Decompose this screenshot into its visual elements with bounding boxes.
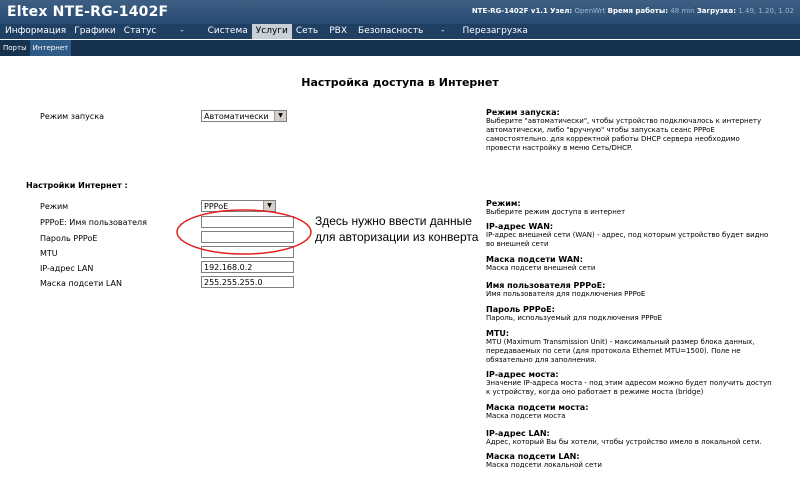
help-bridge-mask: Маска подсети моста: Маска подсети моста [486, 403, 776, 421]
menu-status[interactable]: Статус [120, 24, 161, 39]
help-startup-title: Режим запуска: [486, 108, 560, 117]
menu-network[interactable]: Сеть [292, 24, 322, 39]
help-startup: Режим запуска: Выберите "автоматически",… [486, 108, 776, 153]
help-wan-mask-title: Маска подсети WAN: [486, 255, 583, 264]
load-label: Загрузка: [696, 7, 737, 15]
startup-mode-value: Автоматически [204, 112, 269, 121]
help-pppoe-user: Имя пользователя PPPoE: Имя пользователя… [486, 281, 776, 299]
help-pppoe-pass-text: Пароль, используемый для подключения PPP… [486, 314, 663, 322]
lan-ip-label: IP-адрес LAN [40, 264, 94, 273]
menu-graphs[interactable]: Графики [70, 24, 120, 39]
device-model: NTE-RG-1402F v1.1 [471, 7, 548, 15]
help-lan-ip-text: Адрес, который Вы бы хотели, чтобы устро… [486, 438, 762, 446]
help-bridge-ip-text: Значение IP-адреса моста - под этим адре… [486, 379, 772, 396]
lan-ip-input[interactable]: 192.168.0.2 [201, 261, 294, 273]
node-label: Узел: [550, 7, 573, 15]
lan-mask-input[interactable]: 255.255.255.0 [201, 276, 294, 288]
help-bridge-mask-title: Маска подсети моста: [486, 403, 589, 412]
help-pppoe-pass-title: Пароль PPPoE: [486, 305, 555, 314]
help-lan-mask-text: Маска подсети локальной сети [486, 461, 602, 469]
menu-info[interactable]: Информация [0, 24, 70, 39]
submenu-ports[interactable]: Порты [0, 40, 30, 56]
help-lan-mask-title: Маска подсети LAN: [486, 452, 580, 461]
pppoe-password-label: Пароль PPPoE [40, 234, 98, 243]
help-wan-mask: Маска подсети WAN: Маска подсети внешней… [486, 255, 776, 273]
chevron-down-icon[interactable]: ▼ [274, 111, 286, 121]
annotation-line-2: для авторизации из конверта [315, 230, 479, 244]
help-mode-text: Выберите режим доступа в интернет [486, 208, 626, 216]
menu-reboot[interactable]: Перезагрузка [459, 24, 532, 39]
help-startup-text: Выберите "автоматически", чтобы устройст… [486, 117, 762, 152]
startup-mode-label: Режим запуска [40, 112, 104, 121]
help-lan-ip-title: IP-адрес LAN: [486, 429, 550, 438]
help-pppoe-user-title: Имя пользователя PPPoE: [486, 281, 606, 290]
menu-services[interactable]: Услуги [251, 24, 292, 39]
help-lan-mask: Маска подсети LAN: Маска подсети локальн… [486, 452, 776, 470]
internet-settings-heading: Настройки Интернет : [26, 181, 128, 190]
annotation-oval [176, 209, 312, 255]
help-mode-title: Режим: [486, 199, 521, 208]
help-pppoe-pass: Пароль PPPoE: Пароль, используемый для п… [486, 305, 776, 323]
main-menu: Информация Графики Статус - Система Услу… [0, 24, 800, 39]
uptime-value: 48 min [670, 7, 695, 15]
help-mtu-title: MTU: [486, 329, 510, 338]
help-bridge-ip: IP-адрес моста: Значение IP-адреса моста… [486, 370, 776, 397]
help-mode: Режим: Выберите режим доступа в интернет [486, 199, 776, 217]
help-wan-ip-text: IP-адрес внешней сети (WAN) - адрес, под… [486, 231, 769, 248]
load-value: 1.49, 1.20, 1.02 [738, 7, 794, 15]
help-mtu-text: MTU (Maximum Transmission Unit) - максим… [486, 338, 755, 364]
menu-security[interactable]: Безопасность [354, 24, 427, 39]
uptime-label: Время работы: [607, 7, 668, 15]
menu-system[interactable]: Система [204, 24, 252, 39]
menu-separator: - [180, 26, 184, 36]
submenu-internet[interactable]: Интернет [29, 40, 72, 56]
lan-mask-label: Маска подсети LAN [40, 279, 122, 288]
help-mtu: MTU: MTU (Maximum Transmission Unit) - м… [486, 329, 776, 365]
annotation-line-1: Здесь нужно ввести данные [315, 214, 472, 228]
menu-pbx[interactable]: PBX [322, 24, 354, 39]
app-logo: Eltex NTE-RG-1402F [7, 4, 169, 20]
annotation-text: Здесь нужно ввести данные для авторизаци… [315, 213, 478, 245]
mtu-label: MTU [40, 249, 58, 258]
help-wan-ip: IP-адрес WAN: IP-адрес внешней сети (WAN… [486, 222, 776, 249]
help-bridge-mask-text: Маска подсети моста [486, 412, 566, 420]
help-lan-ip: IP-адрес LAN: Адрес, который Вы бы хотел… [486, 429, 776, 447]
pppoe-username-label: PPPoE: Имя пользователя [40, 218, 147, 227]
node-value: OpenWrt [574, 7, 606, 15]
header-status: NTE-RG-1402F v1.1 Узел: OpenWrt Время ра… [472, 7, 794, 15]
sub-menu: Порты Интернет [0, 40, 800, 56]
help-wan-mask-text: Маска подсети внешней сети [486, 264, 596, 272]
help-bridge-ip-title: IP-адрес моста: [486, 370, 559, 379]
page-title: Настройка доступа в Интернет [301, 76, 499, 89]
app-header: Eltex NTE-RG-1402F NTE-RG-1402F v1.1 Узе… [0, 0, 800, 24]
startup-mode-select[interactable]: Автоматически ▼ [201, 110, 287, 122]
help-pppoe-user-text: Имя пользователя для подключения PPPoE [486, 290, 646, 298]
menu-separator: - [441, 26, 445, 36]
help-wan-ip-title: IP-адрес WAN: [486, 222, 554, 231]
mode-label: Режим [40, 202, 69, 211]
